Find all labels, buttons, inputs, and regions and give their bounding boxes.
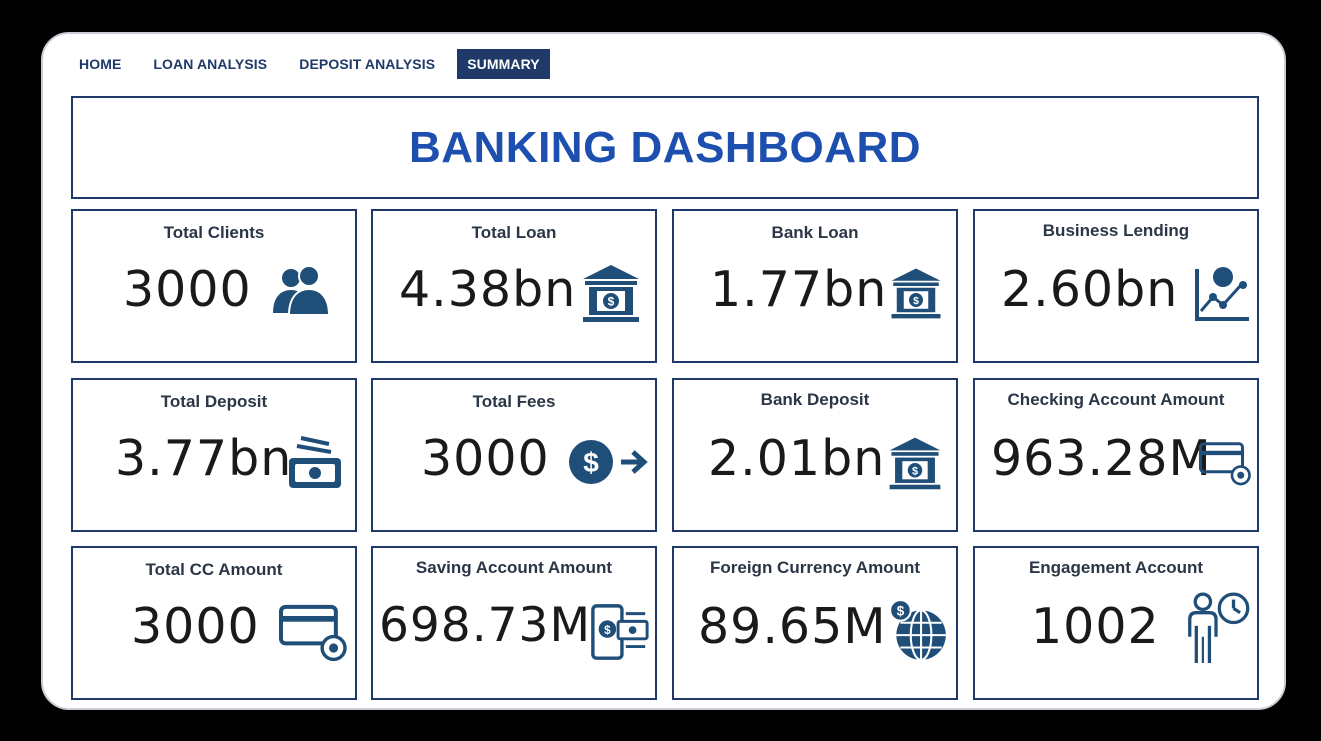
kpi-label: Total CC Amount: [145, 560, 283, 579]
kpi-label: Saving Account Amount: [415, 558, 613, 577]
kpi-value: 3000: [123, 261, 252, 318]
kpi-card-bank-loan: Bank Loan 1.77bn $: [672, 209, 958, 363]
page-title: BANKING DASHBOARD: [408, 122, 922, 172]
kpi-value: 963.28M: [991, 430, 1212, 487]
nav-bar: HOME LOAN ANALYSIS DEPOSIT ANALYSIS SUMM…: [69, 48, 550, 80]
kpi-value: 2.01bn: [708, 430, 886, 487]
kpi-value: 1.77bn: [710, 261, 888, 318]
kpi-card-total-fees: Total Fees 3000 $: [371, 378, 657, 532]
kpi-card-saving-account-amount: Saving Account Amount 698.73M $: [371, 546, 657, 700]
business-growth-icon: [1189, 261, 1253, 325]
tab-summary[interactable]: SUMMARY: [457, 49, 550, 79]
card-gear-icon: [1197, 438, 1253, 488]
kpi-value: 2.60bn: [1001, 261, 1179, 318]
kpi-label: Total Fees: [472, 392, 556, 411]
tab-loan-analysis[interactable]: LOAN ANALYSIS: [143, 49, 277, 79]
kpi-label: Total Loan: [471, 223, 557, 242]
kpi-card-total-cc-amount: Total CC Amount 3000: [71, 546, 357, 700]
kpi-value: 1002: [1031, 598, 1160, 655]
dashboard-panel: HOME LOAN ANALYSIS DEPOSIT ANALYSIS SUMM…: [41, 32, 1286, 710]
card-gear-icon: [275, 600, 351, 664]
svg-text:$: $: [608, 295, 615, 309]
kpi-card-foreign-currency-amount: Foreign Currency Amount 89.65M $: [672, 546, 958, 700]
bank-icon: $: [886, 434, 944, 492]
kpi-value: 3.77bn: [115, 430, 293, 487]
svg-text:$: $: [583, 447, 599, 478]
bank-icon: $: [579, 261, 643, 325]
svg-text:$: $: [912, 465, 918, 477]
kpi-label: Engagement Account: [1028, 558, 1204, 577]
kpi-card-total-clients: Total Clients 3000: [71, 209, 357, 363]
kpi-card-business-lending: Business Lending 2.60bn: [973, 209, 1259, 363]
dollar-arrow-icon: $: [565, 430, 651, 494]
kpi-label: Checking Account Amount: [1007, 390, 1225, 409]
bank-icon: $: [888, 265, 944, 321]
mobile-money-icon: $: [589, 602, 651, 664]
kpi-label: Total Clients: [163, 223, 265, 242]
kpi-value: 698.73M: [379, 598, 592, 653]
cash-deposit-icon: [285, 430, 349, 494]
kpi-label: Total Deposit: [160, 392, 268, 411]
kpi-label: Foreign Currency Amount: [710, 558, 920, 577]
person-clock-icon: [1181, 588, 1251, 668]
kpi-value: 3000: [131, 598, 260, 655]
kpi-card-total-loan: Total Loan 4.38bn $: [371, 209, 657, 363]
kpi-value: 89.65M: [698, 598, 887, 655]
kpi-value: 3000: [421, 430, 550, 487]
kpi-card-total-deposit: Total Deposit 3.77bn: [71, 378, 357, 532]
svg-text:$: $: [913, 295, 919, 307]
kpi-label: Bank Loan: [771, 223, 859, 242]
kpi-card-checking-account-amount: Checking Account Amount 963.28M: [973, 378, 1259, 532]
svg-text:$: $: [897, 604, 905, 619]
users-icon: [267, 261, 331, 325]
kpi-value: 4.38bn: [399, 261, 577, 318]
tab-deposit-analysis[interactable]: DEPOSIT ANALYSIS: [289, 49, 445, 79]
globe-dollar-icon: $: [886, 598, 952, 664]
kpi-card-bank-deposit: Bank Deposit 2.01bn $: [672, 378, 958, 532]
kpi-label: Business Lending: [1042, 221, 1190, 240]
tab-home[interactable]: HOME: [69, 49, 131, 79]
kpi-label: Bank Deposit: [760, 390, 870, 409]
kpi-card-engagement-account: Engagement Account 1002: [973, 546, 1259, 700]
svg-text:$: $: [604, 624, 611, 637]
dashboard-banner: BANKING DASHBOARD: [71, 96, 1259, 199]
